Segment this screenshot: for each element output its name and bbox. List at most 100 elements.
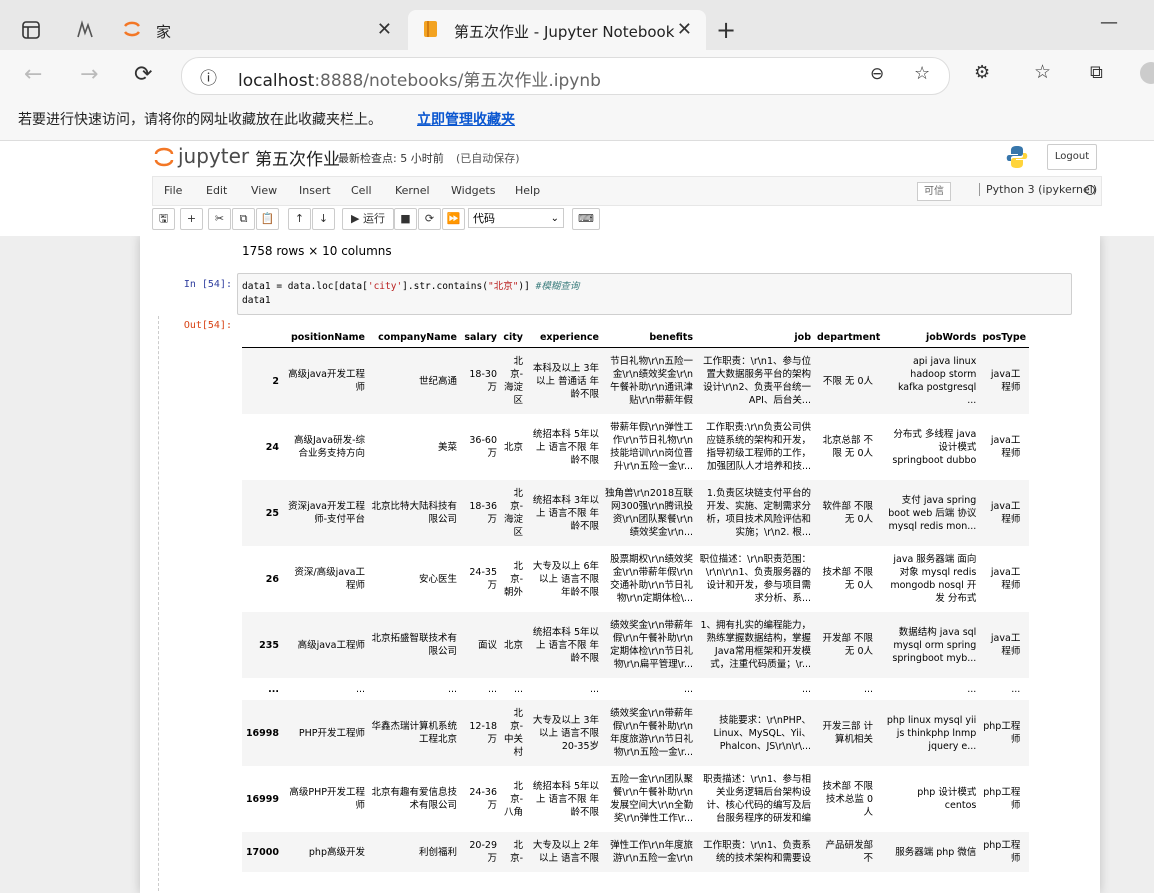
experience-cell: 统招本科 5年以上 语言不限 年龄不限 — [526, 414, 602, 480]
menu-view[interactable]: View — [251, 184, 277, 197]
run-button[interactable]: ▶ 运行 — [342, 208, 394, 230]
favorites-icon[interactable]: ☆ — [1034, 61, 1051, 83]
paste-icon[interactable]: 📋 — [256, 208, 279, 230]
close-tab-icon[interactable]: ✕ — [677, 19, 692, 40]
restart-icon[interactable]: ⟳ — [418, 208, 441, 230]
menu-kernel[interactable]: Kernel — [395, 184, 430, 197]
menu-widgets[interactable]: Widgets — [451, 184, 495, 197]
position-name-cell: 高级java开发工程师 — [282, 348, 368, 415]
job-words-cell: 数据结构 java sql mysql orm spring springboo… — [883, 612, 979, 678]
cell-text: 统招本科 5年以上 语言不限 年龄不限 — [532, 626, 599, 664]
menu-file[interactable]: File — [164, 184, 182, 197]
benefits-cell: 绩效奖金\r\n带薪年假\r\n午餐补助\r\n年度旅游\r\n节日礼物\r\n… — [602, 700, 696, 766]
insert-cell-icon[interactable]: + — [180, 208, 203, 230]
code-cell-editor[interactable]: data1 = data.loc[data['city'].str.contai… — [237, 273, 1072, 315]
back-icon[interactable]: ← — [24, 62, 42, 87]
collections-icon[interactable]: ⧉ — [1090, 62, 1103, 83]
benefits-cell: 五险一金\r\n团队聚餐\r\n午餐补助\r\n发展空间大\r\n全勤奖\r\n… — [602, 766, 696, 832]
new-tab-icon[interactable]: + — [716, 16, 736, 44]
zoom-icon[interactable]: ⊖ — [870, 64, 884, 84]
pos-type-cell: php工程师 — [979, 766, 1029, 832]
jupyter-logo-icon[interactable] — [153, 145, 175, 173]
move-down-icon[interactable]: ↓ — [312, 208, 335, 230]
add-favorite-icon[interactable]: ☆ — [914, 63, 930, 84]
tab-home[interactable]: 家 ✕ — [110, 10, 406, 52]
command-palette-icon[interactable]: ⌨ — [572, 208, 600, 230]
cell-text: 北京 — [503, 639, 523, 651]
job-words-cell: php 设计模式 centos — [883, 766, 979, 832]
job-words-cell: ... — [883, 678, 979, 700]
tab-notebook[interactable]: 第五次作业 - Jupyter Notebook ✕ — [408, 10, 706, 52]
cell-text: 大专及以上 3年以上 语言不限 20-35岁 — [532, 714, 599, 752]
city-cell: 北京-海淀区 — [500, 480, 526, 546]
cell-text: 独角兽\r\n2018互联网300强\r\n腾讯投资\r\n团队聚餐\r\n绩效… — [605, 488, 693, 538]
forward-icon[interactable]: → — [80, 62, 98, 87]
department-cell: 产品研发部 不 — [814, 832, 883, 872]
cell-text: 股票期权\r\n绩效奖金\r\n带薪年假\r\n交通补助\r\n节日礼物\r\n… — [610, 554, 693, 604]
kernel-name[interactable]: Python 3 (ipykernel) — [979, 183, 1097, 196]
job-cell: 职责描述：\r\n1、参与相关业务逻辑后台架构设计、核心代码的编写及后台服务程序… — [696, 766, 814, 832]
workspace-icon[interactable] — [74, 19, 96, 41]
python-logo-icon — [1005, 144, 1029, 174]
pos-type-cell: php工程师 — [979, 700, 1029, 766]
pos-type-cell: ... — [979, 678, 1029, 700]
table-row: 2 高级java开发工程师 世纪高通 18-30万 北京-海淀区 本科及以上 3年以上 普… — [242, 347, 1030, 415]
position-name-cell: 资深/高级java工程师 — [282, 546, 368, 612]
move-up-icon[interactable]: ↑ — [288, 208, 311, 230]
cell-text: 北京比特大陆科技有限公司 — [371, 501, 457, 525]
cell-text: 支付 java spring boot web 后端 协议 mysql redi… — [888, 494, 977, 532]
table-row: 25 资深java开发工程师-支付平台 北京比特大陆科技有限公司 18-36万 北京-海… — [242, 480, 1030, 546]
cell-text: 开发部 不限 无 0人 — [822, 633, 873, 657]
cell-text: php工程师 — [983, 840, 1021, 864]
cell-text: 华鑫杰瑞计算机系统工程北京 — [371, 721, 457, 745]
trusted-badge[interactable]: 可信 — [917, 182, 951, 201]
tab-actions-icon[interactable] — [20, 19, 42, 41]
column-header: job — [696, 328, 814, 348]
logout-button[interactable]: Logout — [1047, 144, 1097, 170]
column-header: positionName — [282, 328, 368, 348]
city-cell: 北京 — [500, 414, 526, 480]
job-cell: ... — [696, 678, 814, 700]
salary-cell: 面议 — [460, 612, 500, 678]
city-cell: 北京- — [500, 832, 526, 872]
url-bar[interactable]: ⓘ localhost:8888/notebooks/第五次作业.ipynb ⊖… — [181, 57, 950, 95]
menu-edit[interactable]: Edit — [206, 184, 227, 197]
company-name-cell: ... — [368, 678, 460, 700]
cell-text: 北京 — [503, 441, 523, 453]
cell-text: 16999 — [245, 793, 279, 805]
job-words-cell: 分布式 多线程 java 设计模式 springboot dubbo — [883, 414, 979, 480]
save-icon[interactable]: 🖫 — [152, 208, 175, 230]
output-collapse-bar[interactable] — [158, 316, 159, 893]
close-tab-icon[interactable]: ✕ — [377, 19, 392, 40]
cell-text: 北京-海淀区 — [503, 488, 523, 538]
column-header: jobWords — [883, 328, 980, 348]
profile-icon[interactable] — [1140, 62, 1154, 84]
menu-cell[interactable]: Cell — [351, 184, 372, 197]
refresh-icon[interactable]: ⟳ — [134, 62, 152, 87]
cell-text: java工程师 — [990, 369, 1021, 393]
row-index: 16998 — [242, 700, 282, 766]
job-cell: 1、拥有扎实的编程能力，熟练掌握数据结构，掌握Java常用框架和开发模式，注重代… — [696, 612, 814, 678]
jupyter-logo-text[interactable]: jupyter — [178, 144, 249, 168]
menu-help[interactable]: Help — [515, 184, 540, 197]
company-name-cell: 世纪高通 — [368, 348, 460, 415]
menu-insert[interactable]: Insert — [299, 184, 331, 197]
cell-text: ... — [801, 683, 811, 695]
cut-icon[interactable]: ✂ — [208, 208, 231, 230]
info-icon[interactable]: ⓘ — [200, 64, 217, 89]
job-words-cell: 支付 java spring boot web 后端 协议 mysql redi… — [883, 480, 979, 546]
row-index: 25 — [242, 480, 282, 546]
cell-text: 服务器端 php 微信 — [895, 846, 977, 858]
restart-run-all-icon[interactable]: ⏩ — [442, 208, 465, 230]
manage-favorites-link[interactable]: 立即管理收藏夹 — [417, 109, 515, 129]
department-cell: 软件部 不限 无 0人 — [814, 480, 883, 546]
interrupt-icon[interactable]: ■ — [394, 208, 417, 230]
cell-text: 1.负责区块链支付平台的开发、实施、定制需求分析，项目技术风险评估和实施；\r\… — [706, 488, 811, 538]
cell-type-select[interactable]: 代码 ⌄ — [468, 208, 564, 228]
copy-icon[interactable]: ⧉ — [232, 208, 255, 230]
notebook-name[interactable]: 第五次作业 — [255, 145, 340, 170]
company-name-cell: 安心医生 — [368, 546, 460, 612]
minimize-icon[interactable]: — — [1100, 12, 1118, 33]
extensions-icon[interactable]: ⚙ — [974, 62, 990, 83]
ellipsis-row: ................................. — [242, 678, 1029, 700]
